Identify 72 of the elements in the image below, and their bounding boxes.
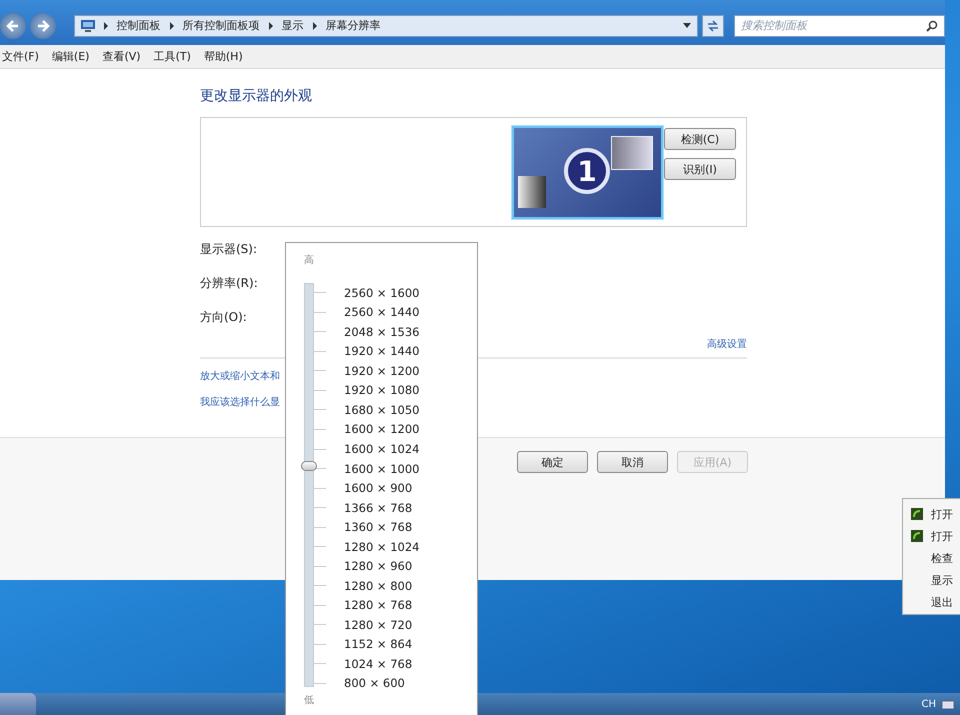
resolution-option[interactable]: 1600 × 1024	[344, 442, 420, 456]
start-button[interactable]	[0, 693, 36, 715]
context-menu-item[interactable]: 打开	[931, 506, 953, 522]
app-icon	[911, 508, 923, 520]
chevron-icon	[268, 22, 274, 30]
monitor-thumbnail[interactable]: 1	[512, 126, 663, 219]
high-label: 高	[304, 254, 315, 267]
panel-button[interactable]: 检测(C)	[664, 128, 736, 150]
app-icon	[911, 530, 923, 542]
setting-label: 显示器(S):	[200, 241, 258, 258]
resolution-option[interactable]: 800 × 600	[344, 676, 405, 690]
context-menu-item[interactable]: 显示	[931, 572, 953, 588]
resolution-option[interactable]: 1600 × 1200	[344, 422, 420, 436]
chevron-icon	[312, 22, 318, 30]
resolution-option[interactable]: 1600 × 1000	[344, 462, 420, 476]
resolution-option[interactable]: 1360 × 768	[344, 520, 412, 534]
resolution-option[interactable]: 1680 × 1050	[344, 402, 420, 417]
menu-item[interactable]: 文件(F)	[2, 49, 39, 64]
resolution-option[interactable]: 2048 × 1536	[344, 324, 420, 339]
chevron-icon	[168, 22, 175, 30]
resolution-option[interactable]: 1920 × 1080	[344, 383, 420, 398]
resolution-option[interactable]: 1280 × 960	[344, 559, 412, 574]
low-label: 低	[304, 694, 315, 707]
forward-button[interactable]	[30, 12, 56, 38]
back-arrow-icon	[6, 18, 20, 32]
menu-item[interactable]: 查看(V)	[102, 49, 141, 64]
language-indicator[interactable]: CH	[921, 698, 936, 710]
resolution-option[interactable]: 1600 × 900	[344, 481, 412, 496]
chevron-icon	[102, 22, 109, 30]
resolution-option[interactable]: 1280 × 1024	[344, 540, 420, 554]
resolution-option[interactable]: 1920 × 1440	[344, 344, 420, 358]
setting-label: 分辨率(R):	[200, 275, 258, 292]
search-icon	[926, 20, 938, 32]
resolution-option[interactable]: 2560 × 1600	[344, 286, 420, 300]
resolution-option[interactable]: 2560 × 1440	[344, 305, 420, 320]
tray-icon[interactable]	[942, 699, 954, 709]
breadcrumb[interactable]: 控制面板	[116, 18, 161, 33]
address-bar[interactable]: 控制面板 所有控制面板项 显示 屏幕分辨率	[74, 14, 698, 36]
back-button[interactable]	[0, 12, 26, 38]
panel-button[interactable]: 识别(I)	[664, 158, 736, 180]
advanced-settings-link[interactable]: 高级设置	[707, 337, 747, 351]
refresh-icon	[706, 20, 720, 32]
resolution-option[interactable]: 1920 × 1200	[344, 364, 420, 378]
slider-thumb[interactable]	[301, 460, 317, 471]
context-menu-item[interactable]: 退出	[931, 594, 953, 610]
menu-item[interactable]: 工具(T)	[154, 49, 191, 64]
breadcrumb[interactable]: 所有控制面板项	[182, 18, 260, 33]
context-menu-item[interactable]: 打开	[931, 528, 953, 544]
monitor-number: 1	[564, 148, 610, 194]
resolution-option[interactable]: 1280 × 720	[344, 618, 412, 632]
menu-item[interactable]: 帮助(H)	[204, 49, 243, 64]
context-menu-item[interactable]: 检查	[931, 550, 953, 566]
breadcrumb[interactable]: 显示	[282, 18, 304, 33]
refresh-button[interactable]	[702, 14, 724, 36]
help-link[interactable]: 我应该选择什么显	[200, 395, 280, 409]
dialog-button[interactable]: 取消	[597, 451, 668, 473]
help-link[interactable]: 放大或缩小文本和	[200, 369, 280, 383]
breadcrumb[interactable]: 屏幕分辨率	[326, 18, 381, 33]
resolution-option[interactable]: 1366 × 768	[344, 500, 412, 515]
resolution-option[interactable]: 1024 × 768	[344, 656, 412, 671]
dropdown-caret-icon[interactable]	[683, 23, 692, 28]
resolution-option[interactable]: 1280 × 768	[344, 598, 412, 612]
resolution-option[interactable]: 1280 × 800	[344, 578, 412, 593]
forward-arrow-icon	[36, 18, 50, 32]
page-heading: 更改显示器的外观	[200, 87, 313, 106]
menu-item[interactable]: 编辑(E)	[52, 49, 90, 64]
dialog-button[interactable]: 确定	[517, 451, 588, 473]
resolution-option[interactable]: 1152 × 864	[344, 637, 412, 652]
window-drawing	[518, 176, 546, 208]
setting-label: 方向(O):	[200, 309, 247, 326]
window-drawing	[611, 136, 653, 170]
control-panel-icon	[80, 20, 95, 32]
